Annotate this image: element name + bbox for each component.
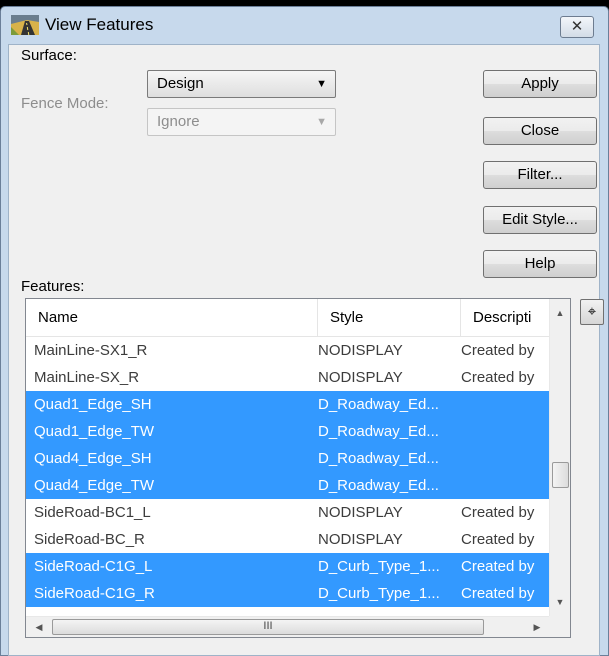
row-description: Created by: [461, 585, 535, 602]
row-description: Created by: [461, 504, 535, 521]
row-name: Quad1_Edge_TW: [34, 423, 155, 440]
scroll-up-icon[interactable]: ▲: [550, 303, 570, 323]
crosshair-icon: ⌖: [587, 303, 597, 320]
horizontal-scrollbar[interactable]: ◀ III ▶: [26, 616, 550, 637]
row-description: Created by: [461, 558, 535, 575]
vertical-scroll-thumb[interactable]: [552, 462, 569, 488]
row-name: SideRoad-BC_R: [34, 531, 145, 548]
row-name: MainLine-SX1_R: [34, 342, 148, 359]
column-header-style[interactable]: Style: [318, 299, 461, 337]
table-row[interactable]: Quad1_Edge_SH D_Roadway_Ed...: [26, 391, 550, 418]
table-row[interactable]: SideRoad-C1G_R D_Curb_Type_1... Created by: [26, 580, 550, 607]
row-description: Created by: [461, 531, 535, 548]
close-button[interactable]: Close: [483, 117, 597, 145]
row-description: Created by: [461, 342, 535, 359]
row-style: D_Roadway_Ed...: [318, 477, 439, 494]
row-description: Created by: [461, 369, 535, 386]
row-style: D_Curb_Type_1...: [318, 558, 440, 575]
row-name: Quad4_Edge_TW: [34, 477, 155, 494]
view-features-window: View Features ✕ Surface: Design ▼ Fence …: [0, 6, 609, 656]
road-icon: [11, 15, 39, 35]
fence-mode-value: Ignore: [157, 113, 200, 130]
row-style: D_Roadway_Ed...: [318, 423, 439, 440]
row-name: SideRoad-C1G_L: [34, 558, 153, 575]
table-row[interactable]: Quad4_Edge_SH D_Roadway_Ed...: [26, 445, 550, 472]
row-name: Quad1_Edge_SH: [34, 396, 152, 413]
row-name: SideRoad-BC1_L: [34, 504, 151, 521]
surface-dropdown[interactable]: Design ▼: [147, 70, 336, 98]
row-style: D_Curb_Type_1...: [318, 585, 440, 602]
features-list[interactable]: Name Style Descripti MainLine-SX1_R NODIS…: [25, 298, 571, 638]
row-style: NODISPLAY: [318, 369, 403, 386]
table-row[interactable]: SideRoad-C1G_L D_Curb_Type_1... Created by: [26, 553, 550, 580]
help-button[interactable]: Help: [483, 250, 597, 278]
title-bar[interactable]: View Features ✕: [1, 7, 608, 43]
table-row[interactable]: SideRoad-BC1_L NODISPLAY Created by: [26, 499, 550, 526]
window-title: View Features: [45, 15, 154, 34]
vertical-scrollbar[interactable]: ▲ ▼: [549, 299, 570, 616]
row-name: SideRoad-C1G_R: [34, 585, 155, 602]
surface-label: Surface:: [21, 47, 77, 64]
filter-button[interactable]: Filter...: [483, 161, 597, 189]
table-row[interactable]: Quad1_Edge_TW D_Roadway_Ed...: [26, 418, 550, 445]
chevron-down-icon: ▼: [316, 116, 327, 128]
table-row[interactable]: SideRoad-BC_R NODISPLAY Created by: [26, 526, 550, 553]
column-header-name[interactable]: Name: [26, 299, 318, 337]
table-row[interactable]: Quad4_Edge_TW D_Roadway_Ed...: [26, 472, 550, 499]
fence-mode-label: Fence Mode:: [21, 95, 109, 112]
scroll-down-icon[interactable]: ▼: [550, 592, 570, 612]
scrollbar-corner: [549, 616, 570, 637]
row-style: NODISPLAY: [318, 342, 403, 359]
fence-mode-dropdown: Ignore ▼: [147, 108, 336, 136]
surface-value: Design: [157, 75, 204, 92]
crosshair-button[interactable]: ⌖: [580, 299, 604, 325]
feature-rows: MainLine-SX1_R NODISPLAY Created by MainLin…: [26, 337, 550, 607]
row-style: NODISPLAY: [318, 531, 403, 548]
features-label: Features:: [21, 278, 85, 295]
row-name: Quad4_Edge_SH: [34, 450, 152, 467]
grip-icon: III: [263, 620, 273, 632]
row-style: D_Roadway_Ed...: [318, 396, 439, 413]
row-style: D_Roadway_Ed...: [318, 450, 439, 467]
apply-button[interactable]: Apply: [483, 70, 597, 98]
chevron-down-icon: ▼: [316, 78, 327, 90]
scroll-right-icon[interactable]: ▶: [527, 617, 547, 637]
edit-style-button[interactable]: Edit Style...: [483, 206, 597, 234]
scroll-left-icon[interactable]: ◀: [29, 617, 49, 637]
row-style: NODISPLAY: [318, 504, 403, 521]
table-row[interactable]: MainLine-SX1_R NODISPLAY Created by: [26, 337, 550, 364]
close-window-button[interactable]: ✕: [560, 16, 594, 38]
column-header-description[interactable]: Descripti: [461, 299, 550, 337]
row-name: MainLine-SX_R: [34, 369, 140, 386]
close-icon: ✕: [570, 18, 584, 35]
horizontal-scroll-thumb[interactable]: III: [52, 619, 484, 635]
list-header: Name Style Descripti: [26, 299, 550, 337]
table-row[interactable]: MainLine-SX_R NODISPLAY Created by: [26, 364, 550, 391]
